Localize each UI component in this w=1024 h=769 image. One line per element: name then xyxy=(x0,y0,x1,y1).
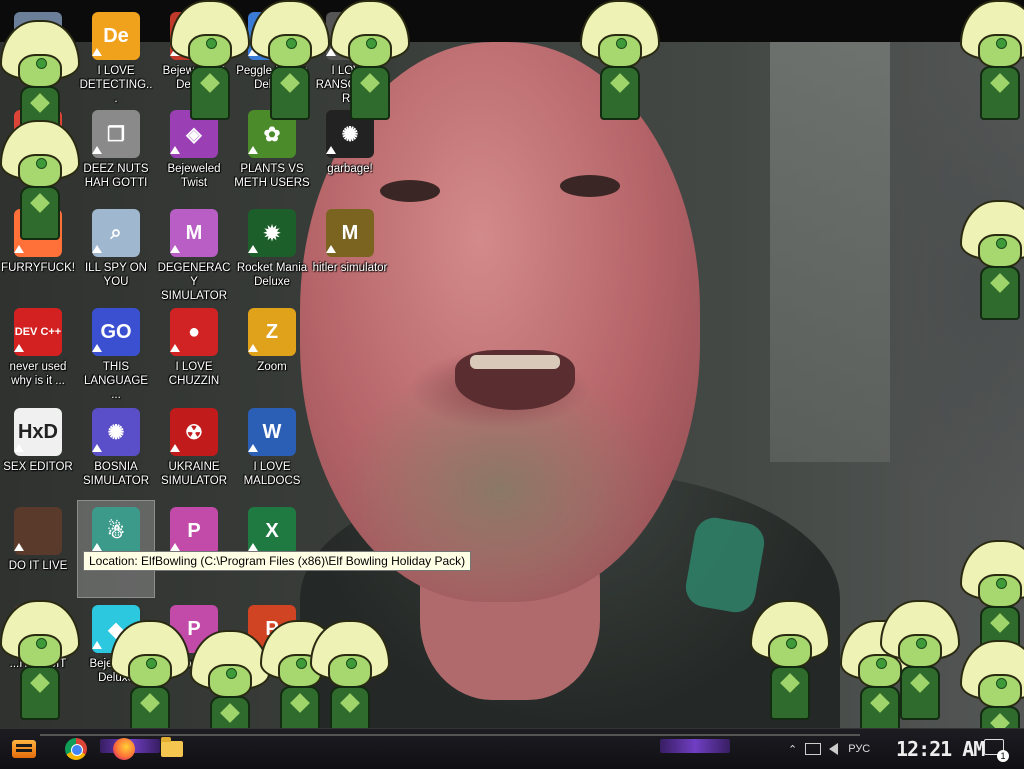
taskbar-decoration xyxy=(660,739,730,753)
desktop-icon-chuzzin[interactable]: ● I LOVE CHUZZIN xyxy=(156,302,232,398)
desktop-icon-label: FURRYFUCK! xyxy=(1,262,75,274)
desktop-icon-label: garbage! xyxy=(327,163,373,175)
firefox-icon xyxy=(113,738,135,760)
shortcut-arrow-icon xyxy=(248,245,258,253)
shortcut-arrow-icon xyxy=(92,543,102,551)
desktop-icon-bosnia[interactable]: ✺ BOSNIA SIMULATOR xyxy=(78,402,154,498)
shortcut-arrow-icon xyxy=(14,344,24,352)
shortcut-arrow-icon xyxy=(170,444,180,452)
desktop: R...nDeI LOVE DETECTING...◆Bejeweled 2 D… xyxy=(0,0,1024,728)
desktop-icon-ukraine[interactable]: ☢ UKRAINE SIMULATOR xyxy=(156,402,232,498)
desktop-icon-maldocs[interactable]: WI LOVE MALDOCS xyxy=(234,402,310,498)
desktop-icon-malspa[interactable]: XMALSPA... xyxy=(234,501,310,597)
shortcut-arrow-icon xyxy=(170,344,180,352)
peridot-mascot-sticker xyxy=(310,620,390,728)
chrome-icon xyxy=(65,738,87,760)
desktop-icon-label: never used why is it ... xyxy=(9,361,67,387)
peridot-mascot-sticker xyxy=(190,630,270,728)
shortcut-arrow-icon xyxy=(170,146,180,154)
shortcut-arrow-icon xyxy=(248,543,258,551)
desktop-icon-label: Bejeweled Twist xyxy=(167,163,221,189)
desktop-icon-devcpp[interactable]: DEV C++ never used why is it ... xyxy=(0,302,76,398)
shortcut-arrow-icon xyxy=(92,641,102,649)
desktop-icon-rocket[interactable]: ✹ Rocket Mania Deluxe xyxy=(234,203,310,299)
shortcut-arrow-icon xyxy=(248,344,258,352)
shortcut-arrow-icon xyxy=(92,344,102,352)
desktop-icon-label: Zoom xyxy=(257,361,287,373)
shortcut-arrow-icon xyxy=(92,146,102,154)
start-icon xyxy=(12,740,36,758)
desktop-icon-label: PLANTS VS METH USERS xyxy=(234,163,310,189)
desktop-icon-spy[interactable]: ⌕ ILL SPY ON YOU xyxy=(78,203,154,299)
peridot-mascot-sticker xyxy=(250,0,330,120)
action-center-icon[interactable]: 1 xyxy=(984,739,1009,762)
shortcut-arrow-icon xyxy=(14,543,24,551)
wallpaper-eye xyxy=(380,180,440,202)
shortcut-arrow-icon xyxy=(248,146,258,154)
desktop-icon-goland[interactable]: GO THIS LANGUAGE ... xyxy=(78,302,154,401)
taskbar-chrome-button[interactable] xyxy=(60,735,92,763)
shortcut-arrow-icon xyxy=(170,245,180,253)
peridot-mascot-sticker xyxy=(960,200,1024,320)
peridot-mascot-sticker xyxy=(750,600,830,720)
desktop-icon-deeznuts[interactable]: ❐ DEEZ NUTS HAH GOTTI xyxy=(78,104,154,200)
desktop-icon-elves[interactable]: ☃ELVES xyxy=(77,500,155,598)
peridot-mascot-sticker xyxy=(960,640,1024,728)
volume-icon[interactable] xyxy=(829,743,839,755)
wallpaper-teeth xyxy=(470,355,560,369)
taskbar-firefox-button[interactable] xyxy=(108,735,140,763)
shortcut-arrow-icon xyxy=(92,48,102,56)
peridot-mascot-sticker xyxy=(960,0,1024,120)
taskbar-file-explorer-button[interactable] xyxy=(156,735,188,763)
desktop-icon-label: SEX EDITOR xyxy=(3,461,73,473)
desktop-icon-label: DEGENERACY SIMULATOR xyxy=(157,262,231,302)
desktop-icon-label: BOSNIA SIMULATOR xyxy=(82,461,150,487)
taskbar: ⌃ РУС 12:21 AM 1 xyxy=(0,728,1024,769)
peridot-mascot-sticker xyxy=(880,600,960,720)
desktop-icon-label: DO IT LIVE xyxy=(8,560,68,572)
desktop-icon-hxd[interactable]: HxD SEX EDITOR xyxy=(0,402,76,498)
wallpaper-eye xyxy=(560,175,620,197)
network-icon[interactable] xyxy=(805,743,822,755)
peridot-mascot-sticker xyxy=(110,620,190,728)
shortcut-arrow-icon xyxy=(170,543,180,551)
desktop-icon-zoom[interactable]: Z Zoom xyxy=(234,302,310,398)
desktop-icon-label: I LOVE CHUZZIN xyxy=(168,361,220,387)
shortcut-arrow-icon xyxy=(248,444,258,452)
peridot-mascot-sticker xyxy=(0,120,80,240)
icon-tooltip: Location: ElfBowling (C:\Program Files (… xyxy=(83,551,472,571)
tray-overflow-chevron-icon[interactable]: ⌃ xyxy=(788,743,797,756)
peridot-mascot-sticker xyxy=(170,0,250,120)
desktop-icon-label: hitler simulator xyxy=(312,262,388,274)
desktop-icon-doitlive[interactable]: DO IT LIVE xyxy=(0,501,76,597)
start-button[interactable] xyxy=(8,735,40,763)
desktop-icon-label: I LOVE MALDOCS xyxy=(243,461,301,487)
shortcut-arrow-icon xyxy=(92,444,102,452)
desktop-icon-peggle2[interactable]: P xyxy=(156,501,232,597)
peridot-mascot-sticker xyxy=(580,0,660,120)
desktop-icon-detecting[interactable]: De I LOVE DETECTING... xyxy=(78,6,154,105)
shortcut-arrow-icon xyxy=(14,245,24,253)
peridot-mascot-sticker xyxy=(0,600,80,720)
system-tray: ⌃ РУС xyxy=(788,729,870,769)
desktop-icon-degeneracy[interactable]: M DEGENERACY SIMULATOR xyxy=(156,203,232,302)
desktop-icon-hitler[interactable]: Mhitler simulator xyxy=(312,203,388,299)
wallpaper-window xyxy=(770,42,890,462)
desktop-icon-label: ILL SPY ON YOU xyxy=(84,262,147,288)
shortcut-arrow-icon xyxy=(326,146,336,154)
desktop-icon-label: DEEZ NUTS HAH GOTTI xyxy=(83,163,149,189)
shortcut-arrow-icon xyxy=(326,245,336,253)
desktop-icon-label: Rocket Mania Deluxe xyxy=(236,262,308,288)
taskbar-clock[interactable]: 12:21 AM xyxy=(896,737,985,761)
file-explorer-icon xyxy=(161,737,183,757)
desktop-icon-label: UKRAINE SIMULATOR xyxy=(160,461,228,487)
desktop-icon-label: THIS LANGUAGE ... xyxy=(84,361,148,401)
language-indicator[interactable]: РУС xyxy=(848,743,870,755)
desktop-icon-label: I LOVE DETECTING... xyxy=(79,65,153,105)
shortcut-arrow-icon xyxy=(92,245,102,253)
peridot-mascot-sticker xyxy=(330,0,410,120)
notification-badge: 1 xyxy=(997,750,1009,762)
shortcut-arrow-icon xyxy=(14,444,24,452)
